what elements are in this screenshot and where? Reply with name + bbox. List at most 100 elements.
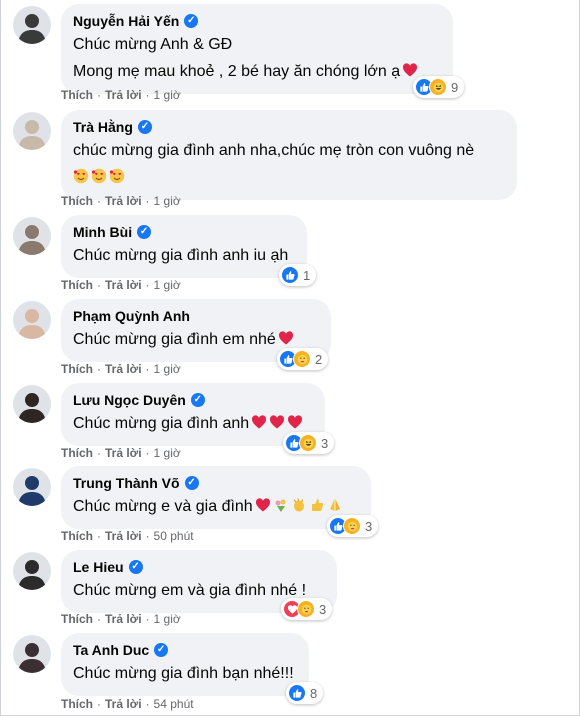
commenter-name-row: Lưu Ngọc Duyên ✓	[73, 391, 313, 409]
commenter-name-row: Le Hieu ✓	[73, 558, 325, 576]
commenter-name-row: Phạm Quỳnh Anh	[73, 307, 319, 325]
verified-check-icon: ✓	[137, 120, 152, 134]
verified-check-icon: ✓	[184, 476, 199, 490]
reply-link[interactable]: Trả lời	[105, 362, 142, 376]
reaction-count: 3	[319, 601, 327, 617]
comment-bubble: Minh Bùi ✓ Chúc mừng gia đình anh iu ạh	[61, 215, 307, 278]
separator: ·	[97, 529, 101, 543]
timestamp-link[interactable]: 1 giờ	[154, 362, 181, 376]
verified-check-icon: ✓	[128, 560, 143, 574]
comment-text-line: chúc mừng gia đình anh nha,chúc mẹ tròn …	[73, 142, 475, 159]
separator: ·	[145, 278, 150, 292]
comment-text-line: Chúc mừng gia đình anh	[73, 415, 250, 432]
comment-bubble: Trung Thành Võ ✓ Chúc mừng e và gia đình	[61, 466, 371, 529]
avatar[interactable]	[13, 468, 51, 506]
avatar[interactable]	[13, 6, 51, 44]
pray-emoji-icon	[327, 497, 343, 513]
avatar[interactable]	[13, 301, 51, 339]
commenter-name-row: Trà Hằng ✓	[73, 118, 505, 136]
comment-text-line: Mong mẹ mau khoẻ , 2 bé hay ăn chóng lớn…	[73, 63, 401, 80]
like-link[interactable]: Thích	[61, 88, 93, 102]
commenter-name[interactable]: Lưu Ngọc Duyên	[73, 391, 186, 409]
separator: ·	[97, 194, 101, 208]
reply-link[interactable]: Trả lời	[105, 88, 142, 102]
reactions-summary[interactable]: 2	[277, 348, 329, 370]
like-link[interactable]: Thích	[61, 529, 93, 543]
timestamp-link[interactable]: 54 phút	[154, 697, 194, 711]
reply-link[interactable]: Trả lời	[105, 529, 142, 543]
timestamp-link[interactable]: 1 giờ	[154, 194, 181, 208]
comment-text-line: Chúc mừng em và gia đình nhé !	[73, 582, 307, 599]
comment-text: Chúc mừng gia đình anh	[73, 412, 313, 436]
separator: ·	[145, 446, 150, 460]
reply-link[interactable]: Trả lời	[105, 697, 142, 711]
separator: ·	[145, 612, 150, 626]
reaction-count: 8	[310, 685, 318, 701]
reaction-count: 3	[321, 435, 329, 451]
like-link[interactable]: Thích	[61, 278, 93, 292]
commenter-name[interactable]: Trà Hằng	[73, 118, 133, 136]
comment-text: Chúc mừng Anh & GĐ	[73, 33, 441, 57]
commenter-name[interactable]: Phạm Quỳnh Anh	[73, 307, 190, 325]
haha-icon	[299, 434, 317, 452]
verified-check-icon: ✓	[154, 643, 169, 657]
bouquet-emoji-icon	[273, 497, 289, 513]
reply-link[interactable]: Trả lời	[105, 194, 142, 208]
avatar[interactable]	[13, 112, 51, 150]
care-icon	[297, 600, 315, 618]
comment-text-line: Chúc mừng Anh & GĐ	[73, 36, 233, 53]
comment-bubble: Ta Anh Duc ✓ Chúc mừng gia đình bạn nhé!!!	[61, 633, 309, 696]
like-link[interactable]: Thích	[61, 697, 93, 711]
reply-link[interactable]: Trả lời	[105, 446, 142, 460]
reply-link[interactable]: Trả lời	[105, 612, 142, 626]
timestamp-link[interactable]: 50 phút	[154, 529, 194, 543]
commenter-name[interactable]: Nguyễn Hải Yến	[73, 12, 179, 30]
comment-text-line: Chúc mừng gia đình em nhé	[73, 331, 276, 348]
reactions-summary[interactable]: 3	[327, 515, 379, 537]
comment-emoji-line	[73, 166, 505, 190]
like-icon	[288, 684, 306, 702]
avatar[interactable]	[13, 217, 51, 255]
comment-text: Chúc mừng gia đình anh iu ạh	[73, 244, 295, 268]
comment-actions: Thích · Trả lời · 1 giờ	[61, 446, 181, 460]
comment-actions: Thích · Trả lời · 1 giờ	[61, 362, 181, 376]
timestamp-link[interactable]: 1 giờ	[154, 446, 181, 460]
reactions-summary[interactable]: 1	[279, 264, 317, 286]
separator: ·	[145, 362, 150, 376]
comment-text: Chúc mừng gia đình bạn nhé!!!	[73, 662, 297, 686]
heart-emoji-icon	[251, 414, 267, 430]
reactions-summary[interactable]: 3	[283, 432, 335, 454]
comment-text: Chúc mừng e và gia đình	[73, 495, 359, 519]
comment-text: chúc mừng gia đình anh nha,chúc mẹ tròn …	[73, 139, 505, 163]
avatar[interactable]	[13, 635, 51, 673]
comment-actions: Thích · Trả lời · 54 phút	[61, 697, 194, 711]
timestamp-link[interactable]: 1 giờ	[154, 88, 181, 102]
commenter-name[interactable]: Ta Anh Duc	[73, 641, 149, 659]
reactions-summary[interactable]: 3	[281, 598, 333, 620]
comment-bubble: Nguyễn Hải Yến ✓ Chúc mừng Anh & GĐ Mong mẹ…	[61, 4, 453, 94]
reply-link[interactable]: Trả lời	[105, 278, 142, 292]
separator: ·	[97, 612, 101, 626]
commenter-name[interactable]: Le Hieu	[73, 558, 124, 576]
comment-actions: Thích · Trả lời · 1 giờ	[61, 278, 181, 292]
heart-emoji-icon	[287, 414, 303, 430]
avatar[interactable]	[13, 385, 51, 423]
commenter-name[interactable]: Minh Bùi	[73, 223, 132, 241]
like-link[interactable]: Thích	[61, 612, 93, 626]
like-link[interactable]: Thích	[61, 362, 93, 376]
separator: ·	[97, 697, 101, 711]
separator: ·	[97, 278, 101, 292]
reactions-summary[interactable]: 8	[286, 682, 324, 704]
heart-emoji-icon	[402, 62, 418, 78]
heart-emoji-icon	[278, 330, 294, 346]
avatar[interactable]	[13, 552, 51, 590]
reactions-summary[interactable]: 9	[413, 76, 465, 98]
like-link[interactable]: Thích	[61, 446, 93, 460]
comment-actions: Thích · Trả lời · 1 giờ	[61, 612, 181, 626]
commenter-name[interactable]: Trung Thành Võ	[73, 474, 180, 492]
verified-check-icon: ✓	[137, 225, 152, 239]
like-link[interactable]: Thích	[61, 194, 93, 208]
timestamp-link[interactable]: 1 giờ	[154, 612, 181, 626]
comment-list: Nguyễn Hải Yến ✓ Chúc mừng Anh & GĐ Mong mẹ…	[0, 0, 580, 716]
timestamp-link[interactable]: 1 giờ	[154, 278, 181, 292]
